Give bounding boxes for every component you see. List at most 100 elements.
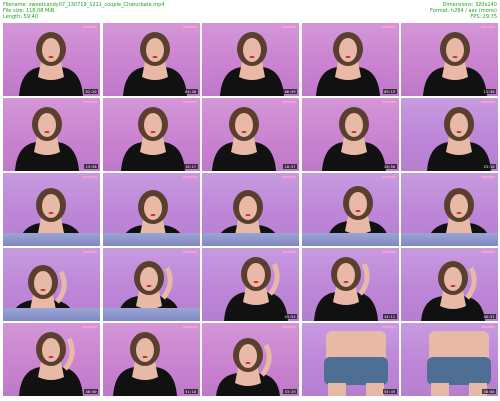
- fps-text: FPS: 29.75: [470, 14, 497, 21]
- thumbnail-timestamp: 25:35: [84, 239, 98, 244]
- thumbnail-scene: [421, 261, 485, 321]
- thumbnail-timestamp: 23:16: [482, 164, 496, 169]
- watermark-mark: [481, 176, 495, 178]
- video-thumbnail[interactable]: 02:20: [3, 23, 100, 96]
- watermark-mark: [83, 26, 97, 28]
- lips-shape: [450, 285, 456, 287]
- thumbnail-scene: [116, 261, 181, 321]
- video-thumbnail[interactable]: 44:11: [301, 248, 399, 321]
- watermark-mark: [282, 326, 296, 328]
- lips-shape: [241, 131, 247, 133]
- face-shape: [34, 271, 52, 295]
- leg-shape: [327, 383, 346, 396]
- thumbnail-scene: [323, 331, 388, 396]
- thumbnail-scene: [212, 107, 276, 171]
- arm-shape: [160, 266, 173, 300]
- video-thumbnail[interactable]: 32:34: [301, 173, 399, 246]
- thumbnail-scene: [321, 107, 386, 171]
- lips-shape: [245, 214, 251, 216]
- video-thumbnail[interactable]: 13:58: [3, 98, 100, 171]
- lips-shape: [150, 214, 155, 216]
- watermark-mark: [83, 176, 97, 178]
- video-thumbnail[interactable]: 30:14: [202, 173, 299, 246]
- video-thumbnail[interactable]: 48:50: [3, 323, 100, 396]
- video-thumbnail[interactable]: 20:56: [301, 98, 399, 171]
- watermark-mark: [481, 26, 495, 28]
- thumbnail-timestamp: 53:29: [283, 389, 297, 394]
- file-info-header: Filename: sweetcandy07_130719_1211_coupl…: [0, 0, 500, 22]
- face-shape: [239, 196, 257, 220]
- video-thumbnail[interactable]: 37:13: [3, 248, 100, 321]
- face-shape: [38, 113, 56, 137]
- thumbnail-scene: [112, 332, 177, 396]
- watermark-mark: [282, 251, 296, 253]
- video-thumbnail[interactable]: 39:32: [102, 248, 200, 321]
- video-thumbnail[interactable]: 16:17: [102, 98, 200, 171]
- lips-shape: [44, 131, 50, 133]
- thumbnail-scene: [122, 32, 187, 96]
- thumbnail-timestamp: 48:50: [84, 389, 98, 394]
- thumbnail-scene: [315, 32, 380, 96]
- video-thumbnail[interactable]: 25:35: [3, 173, 100, 246]
- video-thumbnail[interactable]: 09:19: [301, 23, 399, 96]
- thumbnail-scene: [216, 338, 280, 396]
- watermark-mark: [481, 251, 495, 253]
- lips-shape: [351, 131, 356, 133]
- video-thumbnail[interactable]: 06:59: [202, 23, 299, 96]
- thumbnail-timestamp: 51:10: [183, 389, 198, 394]
- video-thumbnail[interactable]: 46:31: [401, 248, 498, 321]
- video-thumbnail[interactable]: 11:38: [401, 23, 498, 96]
- face-shape: [42, 194, 60, 218]
- face-shape: [143, 113, 162, 137]
- lips-shape: [249, 56, 255, 58]
- video-thumbnail[interactable]: 51:10: [102, 323, 200, 396]
- video-thumbnail[interactable]: 27:55: [102, 173, 200, 246]
- watermark-mark: [182, 26, 197, 28]
- arm-shape: [260, 343, 272, 377]
- thumbnail-scene: [15, 107, 79, 171]
- leg-shape: [365, 383, 384, 396]
- leg-shape: [431, 383, 449, 396]
- watermark-mark: [481, 101, 495, 103]
- lips-shape: [456, 131, 462, 133]
- lips-shape: [146, 285, 151, 287]
- watermark-mark: [83, 101, 97, 103]
- face-shape: [143, 196, 162, 220]
- video-thumbnail[interactable]: 58:08: [401, 323, 498, 396]
- thumbnail-scene: [427, 188, 491, 246]
- watermark-mark: [481, 326, 495, 328]
- shorts-shape: [427, 357, 491, 385]
- video-thumbnail[interactable]: 53:29: [202, 323, 299, 396]
- arm-shape: [63, 337, 75, 371]
- face-shape: [145, 38, 164, 62]
- thumbnail-scene: [216, 190, 280, 246]
- video-thumbnail[interactable]: 34:53: [401, 173, 498, 246]
- watermark-mark: [182, 101, 197, 103]
- video-thumbnail[interactable]: 55:49: [301, 323, 399, 396]
- face-shape: [42, 38, 60, 62]
- face-shape: [135, 338, 154, 362]
- lips-shape: [40, 289, 46, 291]
- thumbnail-timestamp: 20:56: [382, 164, 397, 169]
- face-shape: [450, 113, 468, 137]
- video-thumbnail[interactable]: 04:40: [102, 23, 200, 96]
- face-shape: [247, 263, 265, 287]
- video-thumbnail[interactable]: 41:52: [202, 248, 299, 321]
- thumbnail-scene: [120, 107, 185, 171]
- thumbnail-timestamp: 13:58: [84, 164, 98, 169]
- thumbnail-scene: [19, 32, 83, 96]
- video-thumbnail[interactable]: 23:16: [401, 98, 498, 171]
- face-shape: [235, 113, 253, 137]
- video-thumbnail[interactable]: 18:37: [202, 98, 299, 171]
- face-shape: [446, 38, 464, 62]
- thumbnail-scene: [427, 107, 491, 171]
- face-shape: [336, 263, 355, 287]
- thumbnail-timestamp: 30:14: [283, 239, 297, 244]
- watermark-mark: [381, 26, 396, 28]
- face-shape: [348, 192, 367, 216]
- thumbnail-timestamp: 06:59: [283, 89, 297, 94]
- file-info-right: Dimensions: 320x240 Format: h264 / aac (…: [430, 2, 497, 21]
- watermark-mark: [381, 101, 396, 103]
- watermark-mark: [282, 26, 296, 28]
- thumbnail-scene: [313, 257, 378, 321]
